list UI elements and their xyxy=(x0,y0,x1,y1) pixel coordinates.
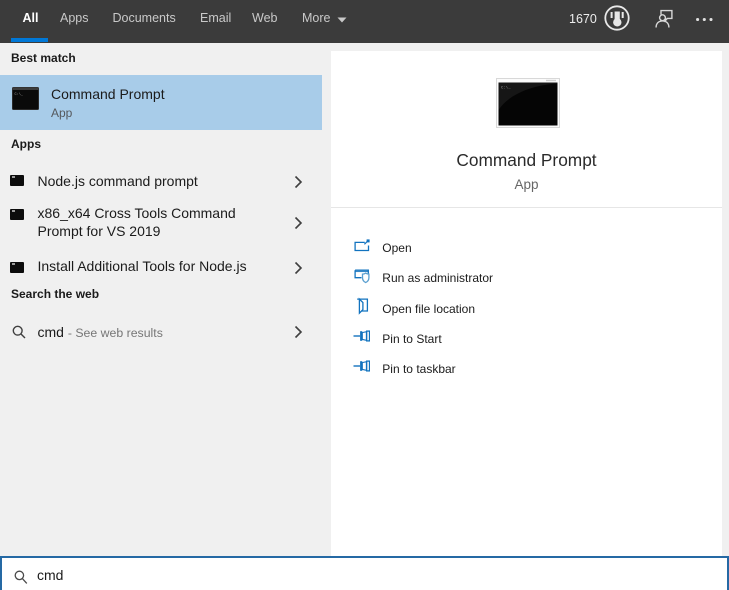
svg-text:C:\_: C:\_ xyxy=(501,86,511,91)
svg-text:C:\_: C:\_ xyxy=(14,92,23,97)
